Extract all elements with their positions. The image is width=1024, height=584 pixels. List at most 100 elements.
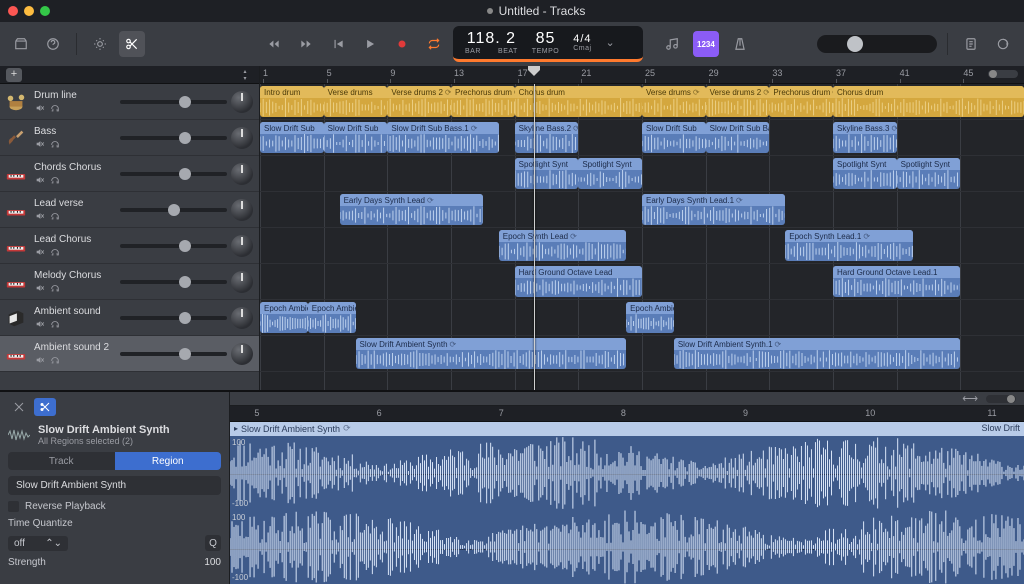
track-lane[interactable]: Early Days Synth Lead⟳ Early Days Synth L… (260, 192, 1024, 228)
audio-region[interactable]: Prechorus drum⟳ (451, 86, 515, 117)
library-button[interactable] (8, 31, 34, 57)
headphones-button[interactable] (49, 319, 61, 330)
audio-region[interactable]: Slow Drift Ambient Synth⟳ (356, 338, 627, 369)
quantize-apply-button[interactable]: Q (205, 535, 221, 551)
editor-name-field[interactable]: Slow Drift Ambient Synth (8, 476, 221, 495)
audio-region[interactable]: Spotlight Synt (833, 158, 897, 189)
track-filter-button[interactable] (237, 68, 253, 82)
loops-button[interactable] (990, 31, 1016, 57)
mute-button[interactable] (34, 283, 46, 294)
track-lane[interactable]: Slow Drift SubSlow Drift SubSlow Drift S… (260, 120, 1024, 156)
record-button[interactable] (391, 33, 413, 55)
track-row[interactable]: Melody Chorus (0, 264, 259, 300)
headphones-button[interactable] (49, 283, 61, 294)
audio-region[interactable]: Early Days Synth Lead⟳ (340, 194, 483, 225)
audio-region[interactable]: Epoch Synth Lead.1⟳ (785, 230, 912, 261)
playhead[interactable] (534, 84, 535, 390)
editor-mode-track[interactable]: Track (8, 452, 115, 470)
track-volume-slider[interactable] (120, 208, 227, 212)
track-lane[interactable]: Intro drumVerse drumsVerse drums 2⟳Prech… (260, 84, 1024, 120)
track-row[interactable]: Ambient sound 2 (0, 336, 259, 372)
headphones-button[interactable] (49, 355, 61, 366)
close-icon[interactable] (8, 6, 18, 16)
mute-button[interactable] (34, 355, 46, 366)
rewind-button[interactable] (263, 33, 285, 55)
audio-region[interactable]: Slow Drift Sub (324, 122, 388, 153)
audio-region[interactable]: Slow Drift Sub Bass.1⟳ (387, 122, 498, 153)
horizontal-zoom[interactable] (988, 70, 1018, 78)
track-volume-slider[interactable] (120, 316, 227, 320)
cycle-button[interactable] (423, 33, 445, 55)
scissors-button[interactable] (119, 31, 145, 57)
track-volume-slider[interactable] (120, 352, 227, 356)
mute-button[interactable] (34, 319, 46, 330)
lcd-display[interactable]: 118. 2BAR BEAT 85TEMPO 4/4Cmaj ⌄ (453, 26, 643, 62)
audio-region[interactable]: Verse drums 2⟳ (387, 86, 451, 117)
tuner-button[interactable] (659, 31, 685, 57)
editor-mode-segment[interactable]: Track Region (8, 452, 221, 470)
audio-region[interactable]: Prechorus drum⟳ (769, 86, 833, 117)
audio-region[interactable]: Chorus drum (833, 86, 1024, 117)
minimize-icon[interactable] (24, 6, 34, 16)
track-pan-knob[interactable] (231, 199, 253, 221)
audio-region[interactable]: Intro drum (260, 86, 324, 117)
headphones-button[interactable] (49, 103, 61, 114)
headphones-button[interactable] (49, 139, 61, 150)
mute-button[interactable] (34, 175, 46, 186)
track-pan-knob[interactable] (231, 127, 253, 149)
audio-region[interactable]: Verse drums 2⟳ (706, 86, 770, 117)
track-pan-knob[interactable] (231, 91, 253, 113)
track-row[interactable]: Chords Chorus (0, 156, 259, 192)
mute-button[interactable] (34, 211, 46, 222)
editor-mode-region[interactable]: Region (115, 452, 222, 470)
audio-region[interactable]: Slow Drift Sub Bass.5⟳ (706, 122, 770, 153)
audio-region[interactable]: Epoch Ambien (626, 302, 674, 333)
audio-region[interactable]: Spotlight Synt (897, 158, 961, 189)
track-row[interactable]: Ambient sound (0, 300, 259, 336)
track-lane[interactable]: Hard Ground Octave LeadHard Ground Octav… (260, 264, 1024, 300)
mute-button[interactable] (34, 247, 46, 258)
audio-region[interactable]: Early Days Synth Lead.1⟳ (642, 194, 785, 225)
editor-waveform[interactable]: 100 -100 100 -100 (230, 436, 1024, 584)
editor-tab-overview[interactable] (8, 398, 30, 416)
notepad-button[interactable] (958, 31, 984, 57)
audio-region[interactable]: Epoch Synth Lead⟳ (499, 230, 626, 261)
editor-ruler[interactable]: 567891011 (230, 406, 1024, 422)
track-row[interactable]: Lead Chorus (0, 228, 259, 264)
audio-region[interactable]: Hard Ground Octave Lead.1 (833, 266, 960, 297)
mute-button[interactable] (34, 103, 46, 114)
headphones-button[interactable] (49, 211, 61, 222)
headphones-button[interactable] (49, 175, 61, 186)
quantize-select[interactable]: off⌃⌄ (8, 536, 68, 551)
audio-region[interactable]: Verse drums⟳ (642, 86, 706, 117)
brightness-button[interactable] (87, 31, 113, 57)
track-row[interactable]: Drum line (0, 84, 259, 120)
track-row[interactable]: Bass (0, 120, 259, 156)
play-button[interactable] (359, 33, 381, 55)
audio-region[interactable]: Spotlight Synt (515, 158, 579, 189)
mute-button[interactable] (34, 139, 46, 150)
track-row[interactable]: Lead verse (0, 192, 259, 228)
track-pan-knob[interactable] (231, 343, 253, 365)
help-button[interactable] (40, 31, 66, 57)
audio-region[interactable]: Skyline Bass.2⟳ (515, 122, 579, 153)
track-lane[interactable]: Spotlight SyntSpotlight SyntSpotlight Sy… (260, 156, 1024, 192)
editor-zoom-slider[interactable] (986, 395, 1016, 403)
editor-tab-region[interactable] (34, 398, 56, 416)
playhead-marker[interactable] (528, 66, 540, 76)
timeline-ruler[interactable]: 159131721252933374145 (260, 66, 1024, 84)
audio-region[interactable]: Epoch Ambien (308, 302, 356, 333)
master-volume-slider[interactable] (817, 35, 937, 53)
track-volume-slider[interactable] (120, 244, 227, 248)
headphones-button[interactable] (49, 247, 61, 258)
track-lane[interactable]: Epoch AmbienEpoch AmbienEpoch Ambien (260, 300, 1024, 336)
track-lane[interactable]: Epoch Synth Lead⟳ Epoch Synth Lead.1⟳ (260, 228, 1024, 264)
audio-region[interactable]: Epoch Ambien (260, 302, 308, 333)
audio-region[interactable]: Spotlight Synt (578, 158, 642, 189)
add-track-button[interactable]: + (6, 68, 22, 82)
audio-region[interactable]: Slow Drift Ambient Synth.1⟳ (674, 338, 961, 369)
link-icon[interactable]: ⟷ (962, 392, 978, 405)
track-volume-slider[interactable] (120, 172, 227, 176)
audio-region[interactable]: Skyline Bass.3⟳ (833, 122, 897, 153)
strength-value[interactable]: 100 (204, 557, 221, 568)
